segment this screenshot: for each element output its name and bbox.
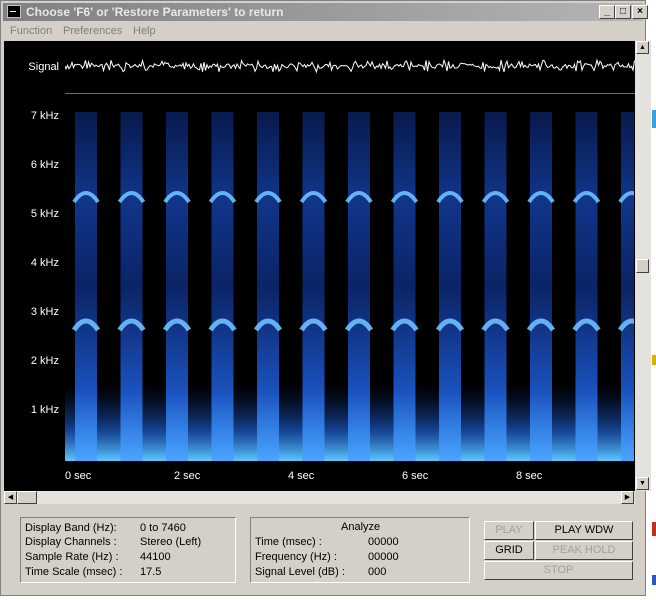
display-band-value: 0 to 7460 — [140, 522, 186, 534]
display-channels-label: Display Channels : — [25, 536, 117, 548]
app-window: Choose 'F6' or 'Restore Parameters' to r… — [0, 0, 651, 596]
time-label-0: 0 sec — [65, 470, 92, 482]
scroll-left-arrow-icon[interactable]: ◀ — [4, 491, 17, 504]
signal-label: Signal — [28, 61, 59, 73]
frequency-value: 00000 — [368, 551, 399, 563]
freq-label-5khz: 5 kHz — [30, 208, 59, 220]
vertical-scroll-thumb[interactable] — [636, 259, 649, 273]
play-button[interactable]: PLAY — [484, 521, 534, 540]
spectrogram-image — [65, 94, 634, 461]
horizontal-scroll-thumb[interactable] — [17, 491, 37, 504]
grid-button[interactable]: GRID — [484, 541, 534, 560]
scroll-up-arrow-icon[interactable]: ▲ — [636, 41, 649, 54]
close-button[interactable]: × — [632, 5, 648, 19]
signal-waveform — [65, 58, 635, 74]
time-scale-label: Time Scale (msec) : — [25, 566, 123, 578]
freq-label-4khz: 4 kHz — [30, 257, 59, 269]
edge-decoration — [652, 522, 656, 536]
time-label-2: 2 sec — [174, 470, 201, 482]
edge-decoration — [652, 575, 656, 585]
time-label-6: 6 sec — [402, 470, 429, 482]
signal-level-value: 000 — [368, 566, 387, 578]
edge-decoration — [652, 355, 656, 365]
app-icon — [7, 5, 21, 18]
display-channels-value: Stereo (Left) — [140, 536, 202, 548]
spectrogram-plot[interactable]: Signal 7 kHz 6 kHz 5 kHz 4 kHz 3 kHz 2 k… — [4, 41, 635, 491]
peak-hold-button[interactable]: PEAK HOLD — [535, 541, 633, 560]
horizontal-scrollbar[interactable]: ◀ ▶ — [4, 491, 635, 504]
analyze-panel: Analyze Time (msec) : 00000 Frequency (H… — [250, 517, 470, 583]
menu-bar: Function Preferences Help — [3, 22, 643, 41]
time-label-8: 8 sec — [516, 470, 543, 482]
menu-help[interactable]: Help — [133, 25, 156, 37]
title-bar: Choose 'F6' or 'Restore Parameters' to r… — [3, 3, 648, 21]
vertical-scrollbar[interactable]: ▲ ▼ — [635, 41, 651, 491]
minimize-button[interactable]: _ — [599, 5, 615, 19]
window-title: Choose 'F6' or 'Restore Parameters' to r… — [26, 5, 284, 19]
freq-label-1khz: 1 kHz — [30, 404, 59, 416]
freq-label-7khz: 7 kHz — [30, 110, 59, 122]
frequency-label: Frequency (Hz) : — [255, 551, 337, 563]
freq-label-3khz: 3 kHz — [30, 306, 59, 318]
scroll-right-arrow-icon[interactable]: ▶ — [621, 491, 634, 504]
sample-rate-value: 44100 — [140, 551, 171, 563]
freq-label-2khz: 2 kHz — [30, 355, 59, 367]
freq-label-6khz: 6 kHz — [30, 159, 59, 171]
sample-rate-label: Sample Rate (Hz) : — [25, 551, 119, 563]
scroll-down-arrow-icon[interactable]: ▼ — [636, 477, 649, 490]
menu-function[interactable]: Function — [10, 25, 52, 37]
time-msec-value: 00000 — [368, 536, 399, 548]
time-label-4: 4 sec — [288, 470, 315, 482]
analyze-heading: Analyze — [341, 521, 381, 533]
settings-panel: Display Band (Hz): 0 to 7460 Display Cha… — [20, 517, 236, 583]
menu-preferences[interactable]: Preferences — [63, 25, 122, 37]
display-band-label: Display Band (Hz): — [25, 522, 117, 534]
play-window-button[interactable]: PLAY WDW — [535, 521, 633, 540]
edge-decoration — [652, 110, 656, 128]
time-scale-value: 17.5 — [140, 566, 162, 578]
time-msec-label: Time (msec) : — [255, 536, 322, 548]
maximize-button[interactable]: □ — [615, 5, 631, 19]
signal-level-label: Signal Level (dB) : — [255, 566, 345, 578]
stop-button[interactable]: STOP — [484, 561, 633, 580]
